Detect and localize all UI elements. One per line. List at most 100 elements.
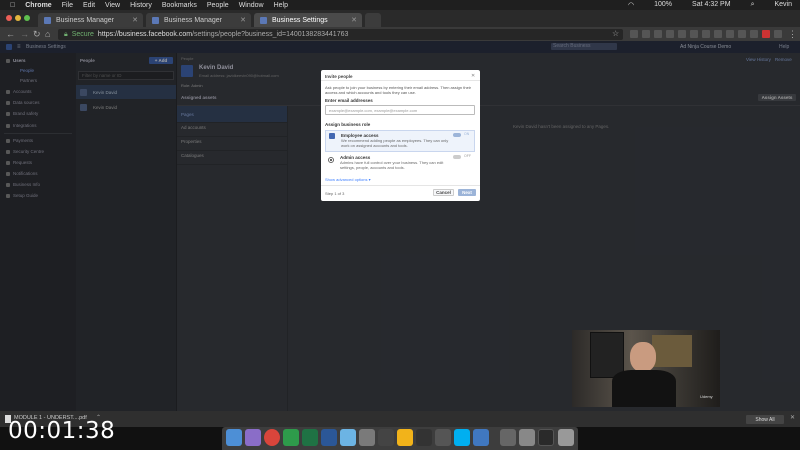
app-icon[interactable]	[283, 429, 299, 446]
menu-view[interactable]: View	[105, 2, 120, 9]
extension-icon[interactable]	[762, 30, 770, 38]
employee-access-icon	[329, 133, 335, 139]
employee-access-option[interactable]: Employee access We recommend adding peop…	[325, 130, 475, 152]
extension-icon[interactable]	[654, 30, 662, 38]
app-icon[interactable]	[359, 429, 375, 446]
app-icon[interactable]	[473, 429, 489, 446]
facebook-favicon-icon	[152, 17, 159, 24]
tab-label: Business Manager	[56, 16, 114, 24]
browser-toolbar: ← → ↻ ⌂ 🔒︎ Secure https://business.faceb…	[0, 27, 800, 41]
home-icon[interactable]: ⌂	[45, 29, 50, 39]
extension-icon[interactable]	[666, 30, 674, 38]
tab-label: Business Manager	[164, 16, 222, 24]
clock-label[interactable]: Sat 4:32 PM	[692, 1, 731, 9]
app-icon[interactable]	[500, 429, 516, 446]
messages-icon[interactable]	[340, 429, 356, 446]
wifi-icon[interactable]: ◠	[628, 1, 634, 9]
close-tab-icon[interactable]: ✕	[132, 16, 138, 24]
extension-icon[interactable]	[702, 30, 710, 38]
finder-icon[interactable]	[226, 429, 242, 446]
secure-label: Secure	[71, 31, 94, 38]
email-addresses-input[interactable]: example@example.com, example@example.com	[325, 105, 475, 115]
close-icon[interactable]: ✕	[471, 73, 475, 79]
siri-icon[interactable]	[245, 429, 261, 446]
show-advanced-options-link[interactable]: Show advanced options ▾	[325, 177, 371, 182]
lock-icon: 🔒︎	[64, 30, 68, 38]
word-icon[interactable]	[321, 429, 337, 446]
zoom-window-icon[interactable]	[24, 15, 30, 21]
app-icon[interactable]	[435, 429, 451, 446]
bookmark-star-icon[interactable]: ☆	[612, 29, 619, 38]
url-host: https://business.facebook.com	[97, 31, 193, 38]
extension-icon[interactable]	[678, 30, 686, 38]
poster-image	[590, 332, 624, 378]
back-arrow-icon[interactable]: ←	[6, 29, 15, 39]
facebook-favicon-icon	[260, 17, 267, 24]
menu-people[interactable]: People	[207, 2, 229, 9]
terminal-icon[interactable]	[538, 429, 554, 446]
menu-bookmarks[interactable]: Bookmarks	[162, 2, 197, 9]
app-icon[interactable]	[519, 429, 535, 446]
tab-business-settings[interactable]: Business Settings ✕	[254, 13, 362, 27]
menu-window[interactable]: Window	[239, 2, 264, 9]
menu-history[interactable]: History	[130, 2, 152, 9]
chrome-menu-icon[interactable]: ⋮	[788, 29, 797, 40]
menu-help[interactable]: Help	[274, 2, 288, 9]
trash-icon[interactable]	[558, 429, 574, 446]
address-bar[interactable]: 🔒︎ Secure https://business.facebook.com …	[58, 29, 623, 40]
menu-edit[interactable]: Edit	[83, 2, 95, 9]
next-button[interactable]: Next	[458, 189, 476, 196]
employee-access-description: We recommend adding people as employees.…	[341, 138, 449, 148]
admin-access-radio[interactable]	[328, 157, 334, 163]
menu-app-name[interactable]: Chrome	[25, 2, 51, 9]
profile-avatar-icon[interactable]	[774, 30, 782, 38]
close-tab-icon[interactable]: ✕	[240, 16, 246, 24]
facebook-favicon-icon	[44, 17, 51, 24]
reload-icon[interactable]: ↻	[33, 29, 41, 40]
close-tab-icon[interactable]: ✕	[351, 16, 357, 24]
chrome-icon[interactable]	[264, 429, 280, 446]
employee-toggle-label: ON	[464, 132, 470, 136]
battery-label[interactable]: 100%	[654, 1, 672, 9]
forward-arrow-icon[interactable]: →	[20, 29, 29, 39]
photo-booth-icon[interactable]	[378, 429, 394, 446]
extension-icon[interactable]	[630, 30, 638, 38]
apple-icon[interactable]: 	[10, 2, 15, 9]
sketch-icon[interactable]	[397, 429, 413, 446]
macos-menubar:  Chrome File Edit View History Bookmark…	[0, 0, 800, 10]
email-label: Enter email addresses	[325, 98, 373, 103]
extension-icon[interactable]	[714, 30, 722, 38]
extension-icon[interactable]	[750, 30, 758, 38]
tab-business-manager-1[interactable]: Business Manager ✕	[38, 13, 143, 27]
minimize-window-icon[interactable]	[15, 15, 21, 21]
excel-icon[interactable]	[302, 429, 318, 446]
dialog-intro-text: Ask people to join your business by ente…	[325, 85, 472, 95]
instructor-body	[612, 370, 676, 407]
poster-image	[652, 335, 692, 367]
step-indicator: Step 1 of 3	[325, 191, 345, 196]
admin-access-toggle[interactable]	[453, 155, 461, 159]
extension-icon[interactable]	[642, 30, 650, 38]
menu-file[interactable]: File	[62, 2, 73, 9]
new-tab-button[interactable]	[365, 13, 381, 27]
udemy-watermark: Udemy	[700, 394, 713, 399]
show-all-downloads-button[interactable]: Show All	[746, 415, 784, 424]
tab-business-manager-2[interactable]: Business Manager ✕	[146, 13, 251, 27]
extension-icon[interactable]	[738, 30, 746, 38]
dialog-header: Invite people	[321, 70, 480, 81]
downloads-bar: MODULE 1 - UNDERST....pdf ⌃ Show All ✕	[0, 411, 800, 427]
skype-icon[interactable]	[454, 429, 470, 446]
admin-access-option[interactable]: Admin access Admins have full control ov…	[325, 153, 475, 175]
user-name[interactable]: Kevin	[774, 1, 792, 9]
close-downloads-icon[interactable]: ✕	[790, 414, 795, 421]
employee-access-toggle[interactable]	[453, 133, 461, 137]
instructor-face	[630, 342, 656, 372]
app-icon[interactable]	[416, 429, 432, 446]
extension-icon[interactable]	[726, 30, 734, 38]
extension-icon[interactable]	[690, 30, 698, 38]
search-icon[interactable]: ⌕	[751, 1, 755, 9]
close-window-icon[interactable]	[6, 15, 12, 21]
admin-access-description: Admins have full control over your busin…	[340, 160, 444, 170]
dialog-title: Invite people	[325, 74, 353, 79]
cancel-button[interactable]: Cancel	[433, 189, 454, 196]
